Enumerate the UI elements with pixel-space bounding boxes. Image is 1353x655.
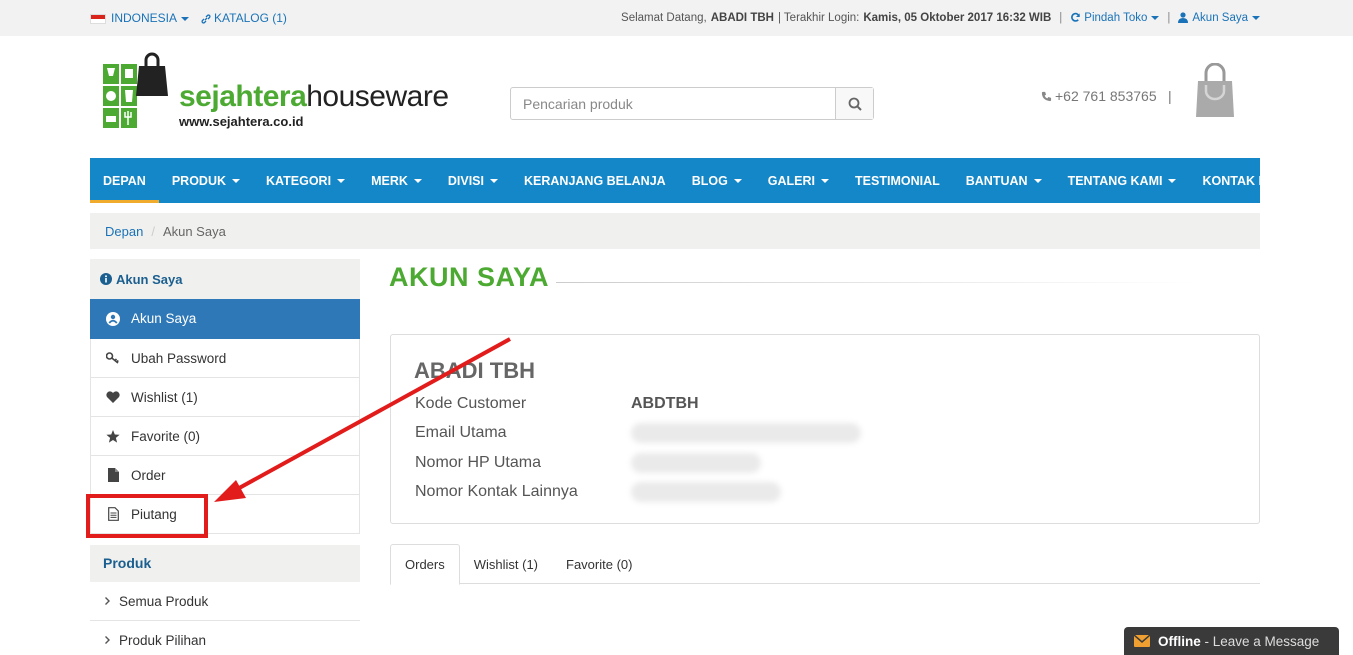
- logo-url: www.sejahtera.co.id: [179, 114, 304, 129]
- main-navigation: DEPAN PRODUK KATEGORI MERK DIVISI KERANJANG B…: [90, 158, 1290, 203]
- logo-tableware-icon: [103, 64, 137, 128]
- nav-item-testimonial[interactable]: TESTIMONIAL: [842, 158, 953, 203]
- user-name: ABADI TBH: [710, 12, 774, 24]
- envelope-icon: [1134, 635, 1150, 647]
- info-icon: [100, 273, 112, 285]
- chat-message: - Leave a Message: [1200, 633, 1320, 649]
- caret-down-icon: [1033, 178, 1042, 183]
- customer-fields: Kode Customer ABDTBH Email Utama Nomor H…: [415, 389, 861, 507]
- field-row-phone: Nomor HP Utama: [415, 448, 861, 478]
- customer-code: ABDTBH: [631, 394, 699, 412]
- caret-down-icon: [733, 178, 742, 183]
- account-tabs: Orders Wishlist (1) Favorite (0): [390, 544, 1260, 585]
- nav-item-depan[interactable]: DEPAN: [90, 158, 159, 203]
- nav-item-produk[interactable]: PRODUK: [159, 158, 253, 203]
- redacted-other-contact: [631, 482, 781, 503]
- link-icon: [201, 14, 211, 24]
- phone-number: +62 761 853765: [1041, 88, 1157, 104]
- sidebar-item-ubah-password[interactable]: Ubah Password: [90, 339, 360, 378]
- caret-down-icon: [1151, 15, 1160, 20]
- field-row-other-contact: Nomor Kontak Lainnya: [415, 478, 861, 508]
- logo-text-dark: houseware: [306, 80, 449, 113]
- sidebar-products-header: Produk: [90, 545, 360, 582]
- caret-down-icon: [1252, 15, 1260, 20]
- chevron-right-icon: [104, 594, 111, 609]
- refresh-icon: [1071, 13, 1081, 23]
- logo-text-green: sejahtera: [179, 80, 307, 113]
- caret-down-icon: [821, 178, 830, 183]
- phone-icon: [1041, 91, 1052, 102]
- search-bar: [510, 87, 874, 120]
- language-selector[interactable]: INDONESIA: [90, 11, 190, 25]
- nav-item-blog[interactable]: BLOG: [679, 158, 755, 203]
- top-bar: INDONESIA KATALOG (1) Selamat Datang, AB…: [0, 0, 1353, 36]
- sidebar-item-order[interactable]: Order: [90, 456, 360, 495]
- tab-orders[interactable]: Orders: [390, 544, 460, 585]
- sidebar-item-wishlist-1[interactable]: Wishlist (1): [90, 378, 360, 417]
- search-button[interactable]: [835, 88, 873, 119]
- sidebar-product-item-produk-pilihan[interactable]: Produk Pilihan: [90, 621, 360, 655]
- nav-item-merk[interactable]: MERK: [358, 158, 435, 203]
- chevron-right-icon: [104, 633, 111, 648]
- caret-down-icon: [232, 178, 241, 183]
- file-icon: [105, 468, 121, 482]
- title-divider: [556, 282, 1196, 283]
- catalog-link[interactable]: KATALOG (1): [201, 11, 287, 25]
- welcome-text: Selamat Datang,: [621, 12, 707, 24]
- nav-item-bantuan[interactable]: BANTUAN: [953, 158, 1055, 203]
- nav-item-keranjang-belanja[interactable]: KERANJANG BELANJA: [511, 158, 679, 203]
- breadcrumb: Depan / Akun Saya: [90, 213, 1260, 249]
- login-time: Kamis, 05 Oktober 2017 16:32 WIB: [863, 12, 1052, 24]
- nav-item-kontak-kami[interactable]: KONTAK KAMI: [1189, 158, 1303, 203]
- switch-store-dropdown[interactable]: Pindah Toko: [1070, 12, 1160, 24]
- sidebar-item-akun-saya[interactable]: Akun Saya: [90, 299, 360, 339]
- sidebar-product-item-semua-produk[interactable]: Semua Produk: [90, 582, 360, 621]
- nav-item-galeri[interactable]: GALERI: [755, 158, 842, 203]
- nav-item-tentang-kami[interactable]: TENTANG KAMI: [1055, 158, 1190, 203]
- tab-wishlist-1[interactable]: Wishlist (1): [460, 544, 552, 584]
- sidebar-account-header: Akun Saya: [90, 259, 360, 299]
- field-row-email: Email Utama: [415, 419, 861, 449]
- page-title: AKUN SAYA: [389, 262, 550, 292]
- logo-bag-icon: [136, 52, 168, 96]
- caret-down-icon: [1168, 178, 1177, 183]
- user-icon: [1178, 12, 1189, 24]
- breadcrumb-home-link[interactable]: Depan: [105, 224, 143, 239]
- nav-item-kategori[interactable]: KATEGORI: [253, 158, 358, 203]
- sidebar-products-menu: Semua Produk Produk Pilihan: [90, 582, 360, 655]
- breadcrumb-current: Akun Saya: [162, 224, 226, 239]
- caret-down-icon: [490, 178, 498, 183]
- tab-favorite-0[interactable]: Favorite (0): [552, 544, 646, 584]
- annotation-highlight-box: [86, 494, 208, 538]
- indonesia-flag-icon: [90, 13, 106, 24]
- key-icon: [105, 352, 121, 364]
- account-dropdown[interactable]: Akun Saya: [1178, 12, 1260, 24]
- login-label: | Terakhir Login:: [777, 12, 860, 24]
- chat-widget[interactable]: Offline - Leave a Message: [1124, 627, 1339, 655]
- search-input[interactable]: [511, 88, 835, 119]
- star-icon: [105, 429, 121, 443]
- redacted-phone: [631, 452, 761, 473]
- heart-icon: [105, 391, 121, 403]
- field-row-code: Kode Customer ABDTBH: [415, 394, 699, 412]
- shopping-bag-icon[interactable]: [1196, 63, 1234, 117]
- search-icon: [848, 97, 862, 111]
- nav-item-divisi[interactable]: DIVISI: [435, 158, 511, 203]
- site-logo[interactable]: sejahterahouseware www.sejahtera.co.id: [103, 52, 463, 132]
- chat-status: Offline: [1158, 633, 1201, 649]
- caret-down-icon: [181, 16, 190, 21]
- sidebar-item-favorite-0[interactable]: Favorite (0): [90, 417, 360, 456]
- customer-name: ABADI TBH: [414, 358, 535, 383]
- user-circle-icon: [105, 311, 121, 326]
- caret-down-icon: [337, 178, 346, 183]
- redacted-email: [631, 423, 861, 444]
- caret-down-icon: [413, 178, 422, 183]
